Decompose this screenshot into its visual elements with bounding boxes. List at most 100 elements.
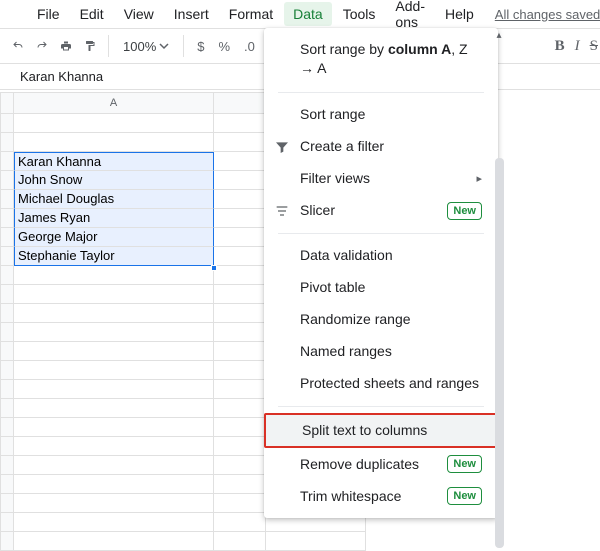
row-header[interactable] xyxy=(0,475,14,494)
row-header[interactable] xyxy=(0,456,14,475)
print-button[interactable] xyxy=(56,36,76,56)
row-header[interactable] xyxy=(0,152,14,171)
format-percent-button[interactable]: % xyxy=(213,39,235,54)
undo-button[interactable] xyxy=(8,36,28,56)
cell[interactable] xyxy=(214,228,266,247)
cell[interactable] xyxy=(14,399,214,418)
row-header[interactable] xyxy=(0,532,14,551)
menu-view[interactable]: View xyxy=(115,2,163,26)
menu-randomize-range[interactable]: Randomize range xyxy=(264,304,498,336)
cell[interactable] xyxy=(214,437,266,456)
cell[interactable] xyxy=(14,323,214,342)
cell[interactable] xyxy=(214,190,266,209)
cell[interactable] xyxy=(214,285,266,304)
menu-slicer[interactable]: Slicer New xyxy=(264,195,498,227)
menu-protected-sheets[interactable]: Protected sheets and ranges xyxy=(264,368,498,400)
cell[interactable] xyxy=(14,285,214,304)
row-header[interactable] xyxy=(0,399,14,418)
cell[interactable] xyxy=(14,494,214,513)
cell[interactable] xyxy=(14,513,214,532)
row-header[interactable] xyxy=(0,494,14,513)
menu-insert[interactable]: Insert xyxy=(165,2,218,26)
cell[interactable] xyxy=(14,418,214,437)
cell[interactable] xyxy=(214,266,266,285)
cell[interactable] xyxy=(214,133,266,152)
menu-data[interactable]: Data xyxy=(284,2,332,26)
menu-trim-whitespace[interactable]: Trim whitespace New xyxy=(264,480,498,512)
cell[interactable]: Michael Douglas xyxy=(14,190,214,209)
row-header[interactable] xyxy=(0,228,14,247)
menu-file[interactable]: File xyxy=(28,2,69,26)
menu-help[interactable]: Help xyxy=(436,2,483,26)
menu-data-validation[interactable]: Data validation xyxy=(264,240,498,272)
cell[interactable] xyxy=(214,380,266,399)
cell[interactable] xyxy=(214,114,266,133)
bold-button[interactable]: B xyxy=(555,38,565,55)
cell[interactable] xyxy=(14,114,214,133)
row-header[interactable] xyxy=(0,285,14,304)
cell[interactable]: James Ryan xyxy=(14,209,214,228)
cell[interactable]: George Major xyxy=(14,228,214,247)
scroll-thumb[interactable] xyxy=(495,158,504,548)
cell[interactable] xyxy=(214,152,266,171)
menu-create-filter[interactable]: Create a filter xyxy=(264,131,498,163)
row-header[interactable] xyxy=(0,133,14,152)
cell[interactable] xyxy=(14,361,214,380)
menu-filter-views[interactable]: Filter views ▸ xyxy=(264,163,498,195)
row-header[interactable] xyxy=(0,209,14,228)
zoom-dropdown[interactable]: 100% xyxy=(117,39,175,54)
row-header[interactable] xyxy=(0,437,14,456)
menu-split-text-to-columns[interactable]: Split text to columns xyxy=(264,413,498,449)
cell[interactable] xyxy=(214,399,266,418)
menu-sort-range[interactable]: Sort range xyxy=(264,99,498,131)
cell[interactable]: Stephanie Taylor xyxy=(14,247,214,266)
cell[interactable] xyxy=(14,456,214,475)
cell[interactable] xyxy=(14,532,214,551)
row-header[interactable] xyxy=(0,247,14,266)
menu-edit[interactable]: Edit xyxy=(71,2,113,26)
menu-format[interactable]: Format xyxy=(220,2,282,26)
cell[interactable] xyxy=(14,475,214,494)
redo-button[interactable] xyxy=(32,36,52,56)
cell[interactable] xyxy=(214,361,266,380)
menu-pivot-table[interactable]: Pivot table xyxy=(264,272,498,304)
cell[interactable] xyxy=(214,456,266,475)
selection-handle[interactable] xyxy=(211,265,217,271)
cell[interactable] xyxy=(214,171,266,190)
row-header[interactable] xyxy=(0,114,14,133)
cell[interactable] xyxy=(14,380,214,399)
cell[interactable] xyxy=(14,266,214,285)
col-header-A[interactable]: A xyxy=(14,92,214,114)
cell[interactable] xyxy=(14,437,214,456)
row-header[interactable] xyxy=(0,361,14,380)
cell[interactable] xyxy=(214,513,266,532)
format-decimals-button[interactable]: .0 xyxy=(239,39,260,54)
menu-tools[interactable]: Tools xyxy=(334,2,385,26)
row-header[interactable] xyxy=(0,190,14,209)
row-header[interactable] xyxy=(0,380,14,399)
cell[interactable] xyxy=(214,494,266,513)
cell[interactable]: Karan Khanna xyxy=(14,152,214,171)
cell[interactable] xyxy=(266,532,366,551)
row-header[interactable] xyxy=(0,304,14,323)
cell[interactable]: John Snow xyxy=(14,171,214,190)
menu-remove-duplicates[interactable]: Remove duplicates New xyxy=(264,448,498,480)
italic-button[interactable]: I xyxy=(575,38,580,55)
cell[interactable] xyxy=(14,304,214,323)
row-header[interactable] xyxy=(0,266,14,285)
select-all-corner[interactable] xyxy=(0,92,14,114)
cell[interactable] xyxy=(14,342,214,361)
paint-format-button[interactable] xyxy=(80,36,100,56)
scroll-up-icon[interactable]: ▴ xyxy=(496,30,501,41)
row-header[interactable] xyxy=(0,323,14,342)
cell[interactable] xyxy=(214,323,266,342)
cell[interactable] xyxy=(214,247,266,266)
cell[interactable] xyxy=(214,532,266,551)
strikethrough-button[interactable]: S xyxy=(590,38,598,55)
cell[interactable] xyxy=(214,418,266,437)
menu-sort-range-by[interactable]: Sort range by column A, Z → A xyxy=(264,32,498,86)
cell[interactable] xyxy=(214,475,266,494)
cell[interactable] xyxy=(214,304,266,323)
col-header-B[interactable] xyxy=(214,92,266,114)
cell[interactable] xyxy=(214,342,266,361)
